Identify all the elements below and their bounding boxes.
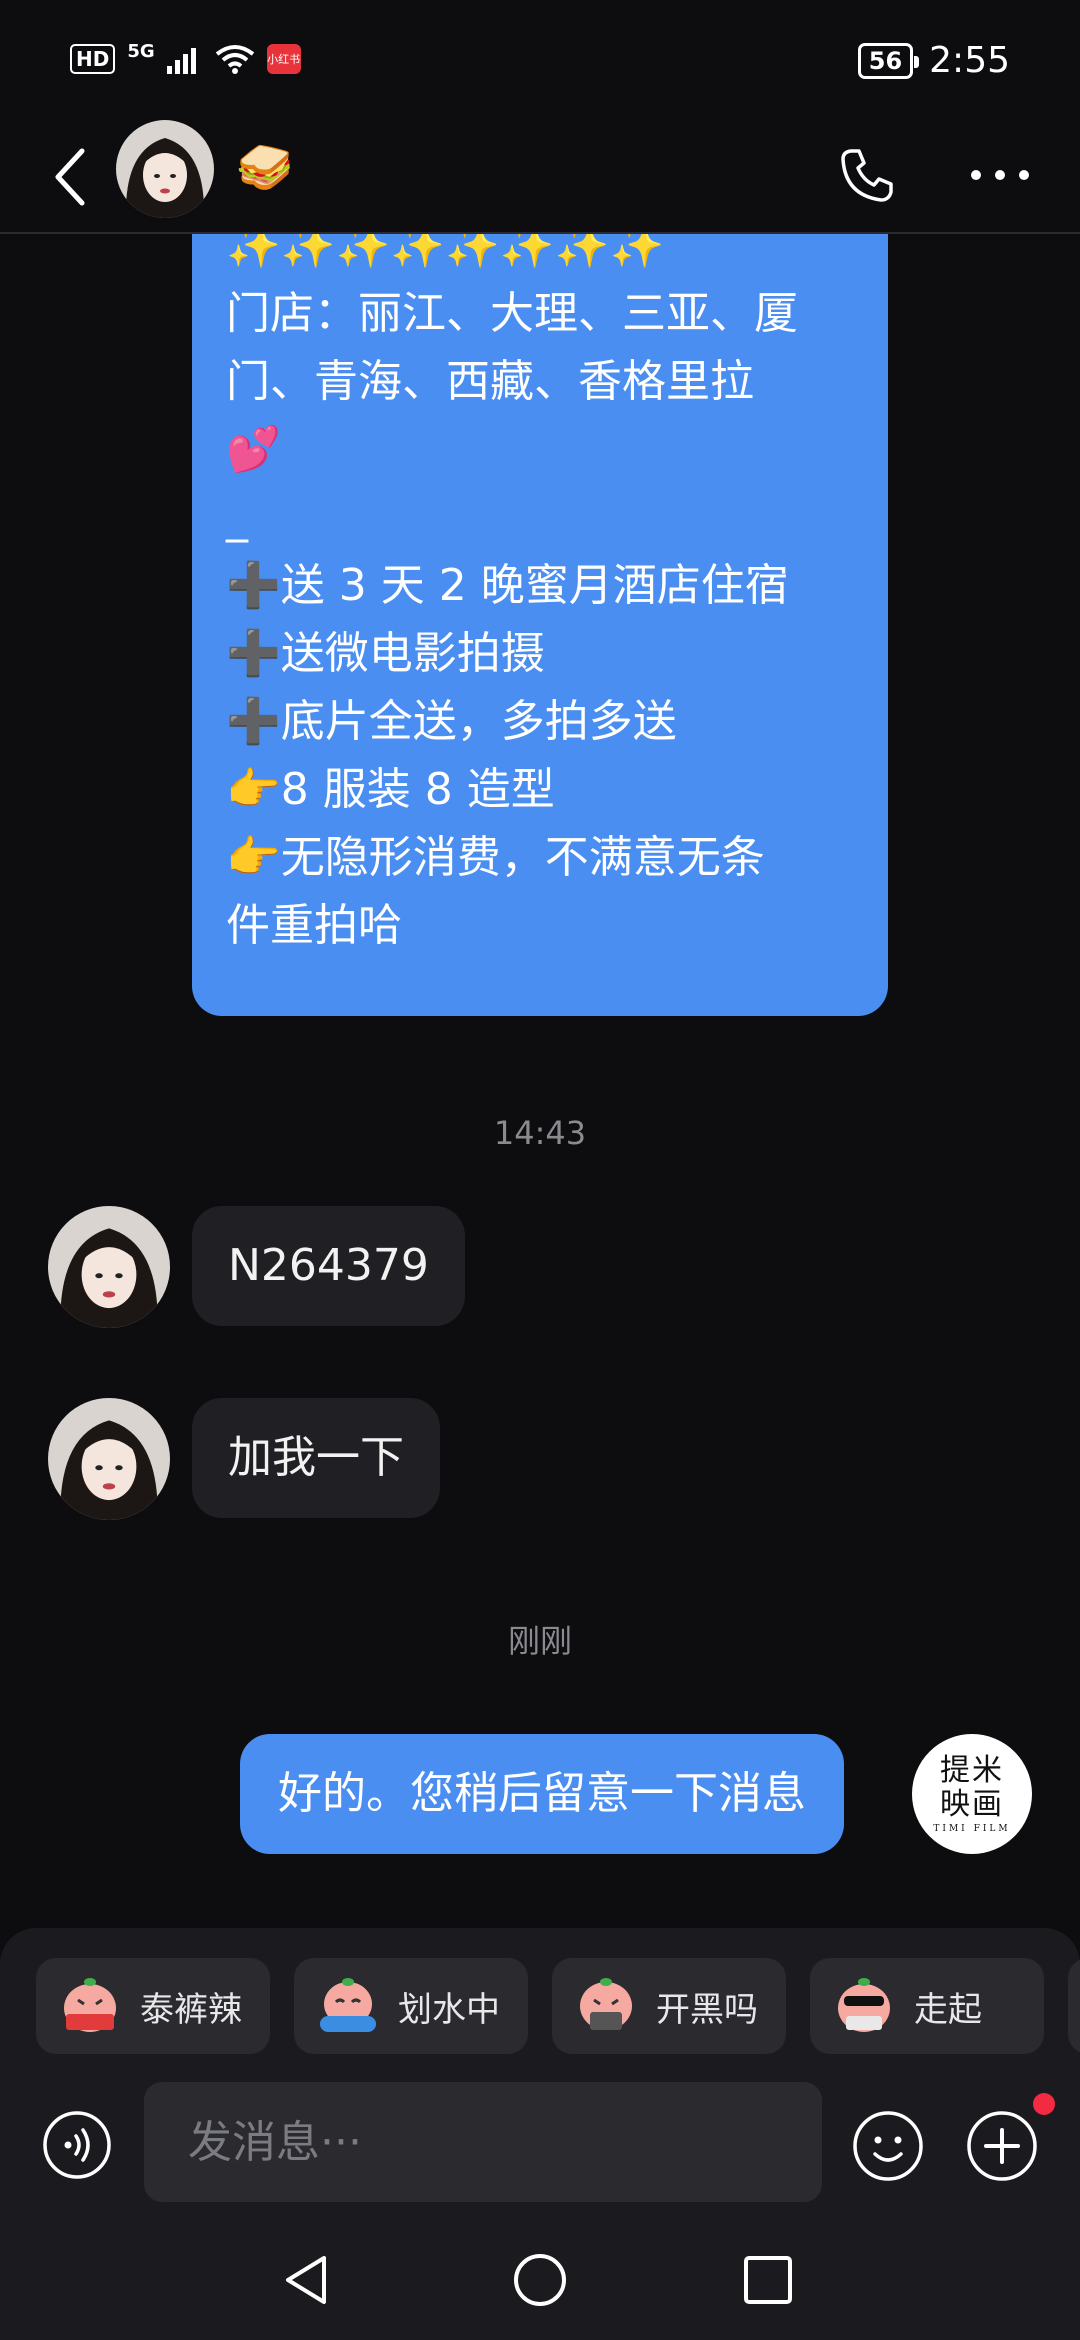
promo-line: _	[226, 492, 248, 543]
sticker-label: 划水中	[398, 1989, 500, 2030]
sticker-chip[interactable]: 泰裤辣	[36, 1958, 270, 2054]
nav-recents-button[interactable]	[736, 2248, 800, 2312]
promo-line: 件重拍哈	[226, 900, 402, 951]
promo-line: ➕送微电影拍摄	[226, 628, 545, 679]
logo-text: 提米映画	[940, 1753, 1004, 1822]
avatar-portrait-icon	[116, 120, 214, 218]
chat-header: 🥪	[0, 120, 1080, 234]
contact-avatar[interactable]	[116, 120, 214, 218]
more-actions-button[interactable]	[966, 2110, 1038, 2182]
voice-button[interactable]	[42, 2110, 112, 2180]
incoming-message[interactable]: N264379	[192, 1206, 465, 1326]
sticker-chip[interactable]: 走起	[810, 1958, 1044, 2054]
xiaohongshu-app-icon: 小红书	[266, 44, 301, 74]
sticker-suggestions[interactable]: 泰裤辣 划水中 开黑吗 走起	[36, 1958, 1080, 2056]
emoji-button[interactable]	[852, 2110, 924, 2182]
sender-avatar[interactable]	[48, 1398, 170, 1520]
clock: 2:55	[929, 40, 1010, 81]
chevron-left-icon	[55, 148, 85, 206]
sticker-chip[interactable]: 划水中	[294, 1958, 528, 2054]
sticker-label: 开黑吗	[656, 1989, 758, 2030]
sticker-chip[interactable]: 开黑吗	[552, 1958, 786, 2054]
more-options-button[interactable]	[960, 140, 1040, 210]
avatar-portrait-icon	[48, 1206, 170, 1328]
promo-line: ➕送 3 天 2 晚蜜月酒店住宿	[226, 560, 789, 611]
notification-dot	[1033, 2093, 1055, 2115]
hd-indicator: HD	[70, 44, 116, 74]
logo-subtext: TIMI FILM	[933, 1824, 1011, 1834]
sticker-chip-partial[interactable]	[1068, 1958, 1080, 2054]
sticker-label: 泰裤辣	[140, 1989, 242, 2030]
outgoing-message[interactable]: 好的。您稍后留意一下消息	[240, 1734, 844, 1854]
promo-line: 💕	[226, 424, 281, 475]
sender-avatar[interactable]	[48, 1206, 170, 1328]
own-avatar-logo[interactable]: 提米映画 TIMI FILM	[912, 1734, 1032, 1854]
sticker-face-icon	[320, 1978, 376, 2032]
status-right: 56 2:55	[857, 40, 1010, 81]
promo-line: 门店：丽江、大理、三亚、厦	[226, 288, 798, 339]
network-type: 5G	[127, 40, 155, 62]
wifi-icon	[215, 45, 254, 74]
promo-line: 👉8 服装 8 造型	[226, 764, 555, 815]
avatar-portrait-icon	[48, 1398, 170, 1520]
sticker-label: 走起	[914, 1989, 982, 2030]
promo-line: 门、青海、西藏、香格里拉	[226, 356, 754, 407]
message-list[interactable]: ✨✨✨✨✨✨✨✨ 门店：丽江、大理、三亚、厦 门、青海、西藏、香格里拉 💕 _ …	[0, 234, 1080, 1928]
call-button[interactable]	[832, 140, 902, 210]
message-input[interactable]	[144, 2082, 822, 2202]
phone-icon	[841, 149, 893, 202]
incoming-message[interactable]: 加我一下	[192, 1398, 440, 1518]
message-timestamp: 14:43	[493, 1114, 587, 1152]
contact-name-emoji: 🥪	[236, 140, 294, 194]
promo-line: 👉无隐形消费，不满意无条	[226, 832, 765, 883]
smiley-icon	[853, 2111, 923, 2181]
status-left: HD 5G 小红书	[70, 40, 301, 74]
promo-line: ➕底片全送，多拍多送	[226, 696, 677, 747]
plus-circle-icon	[967, 2111, 1037, 2181]
signal-icon	[166, 48, 196, 74]
back-button[interactable]	[42, 142, 98, 212]
more-dots-icon	[971, 170, 1029, 180]
triangle-back-icon	[286, 2256, 326, 2304]
sticker-face-icon	[64, 1978, 116, 2032]
sticker-face-icon	[838, 1978, 890, 2032]
input-row	[0, 2082, 1080, 2202]
status-bar: HD 5G 小红书 56 2:55	[0, 0, 1080, 120]
sticker-face-icon	[580, 1978, 632, 2030]
outgoing-message-promo[interactable]: ✨✨✨✨✨✨✨✨ 门店：丽江、大理、三亚、厦 门、青海、西藏、香格里拉 💕 _ …	[192, 234, 888, 1016]
message-timestamp: 刚刚	[507, 1622, 572, 1660]
promo-line: ✨✨✨✨✨✨✨✨	[226, 234, 665, 271]
battery-icon: 56	[857, 42, 920, 79]
nav-home-button[interactable]	[508, 2248, 572, 2312]
nav-back-button[interactable]	[276, 2248, 340, 2312]
chat-screen: HD 5G 小红书 56 2:55 🥪 ✨✨✨✨✨✨✨✨ 门店：丽江、大理、三亚…	[0, 0, 1080, 2340]
voice-icon	[43, 2111, 111, 2179]
system-nav-bar	[0, 2220, 1080, 2340]
square-recents-icon	[744, 2256, 792, 2304]
circle-home-icon	[514, 2254, 566, 2306]
